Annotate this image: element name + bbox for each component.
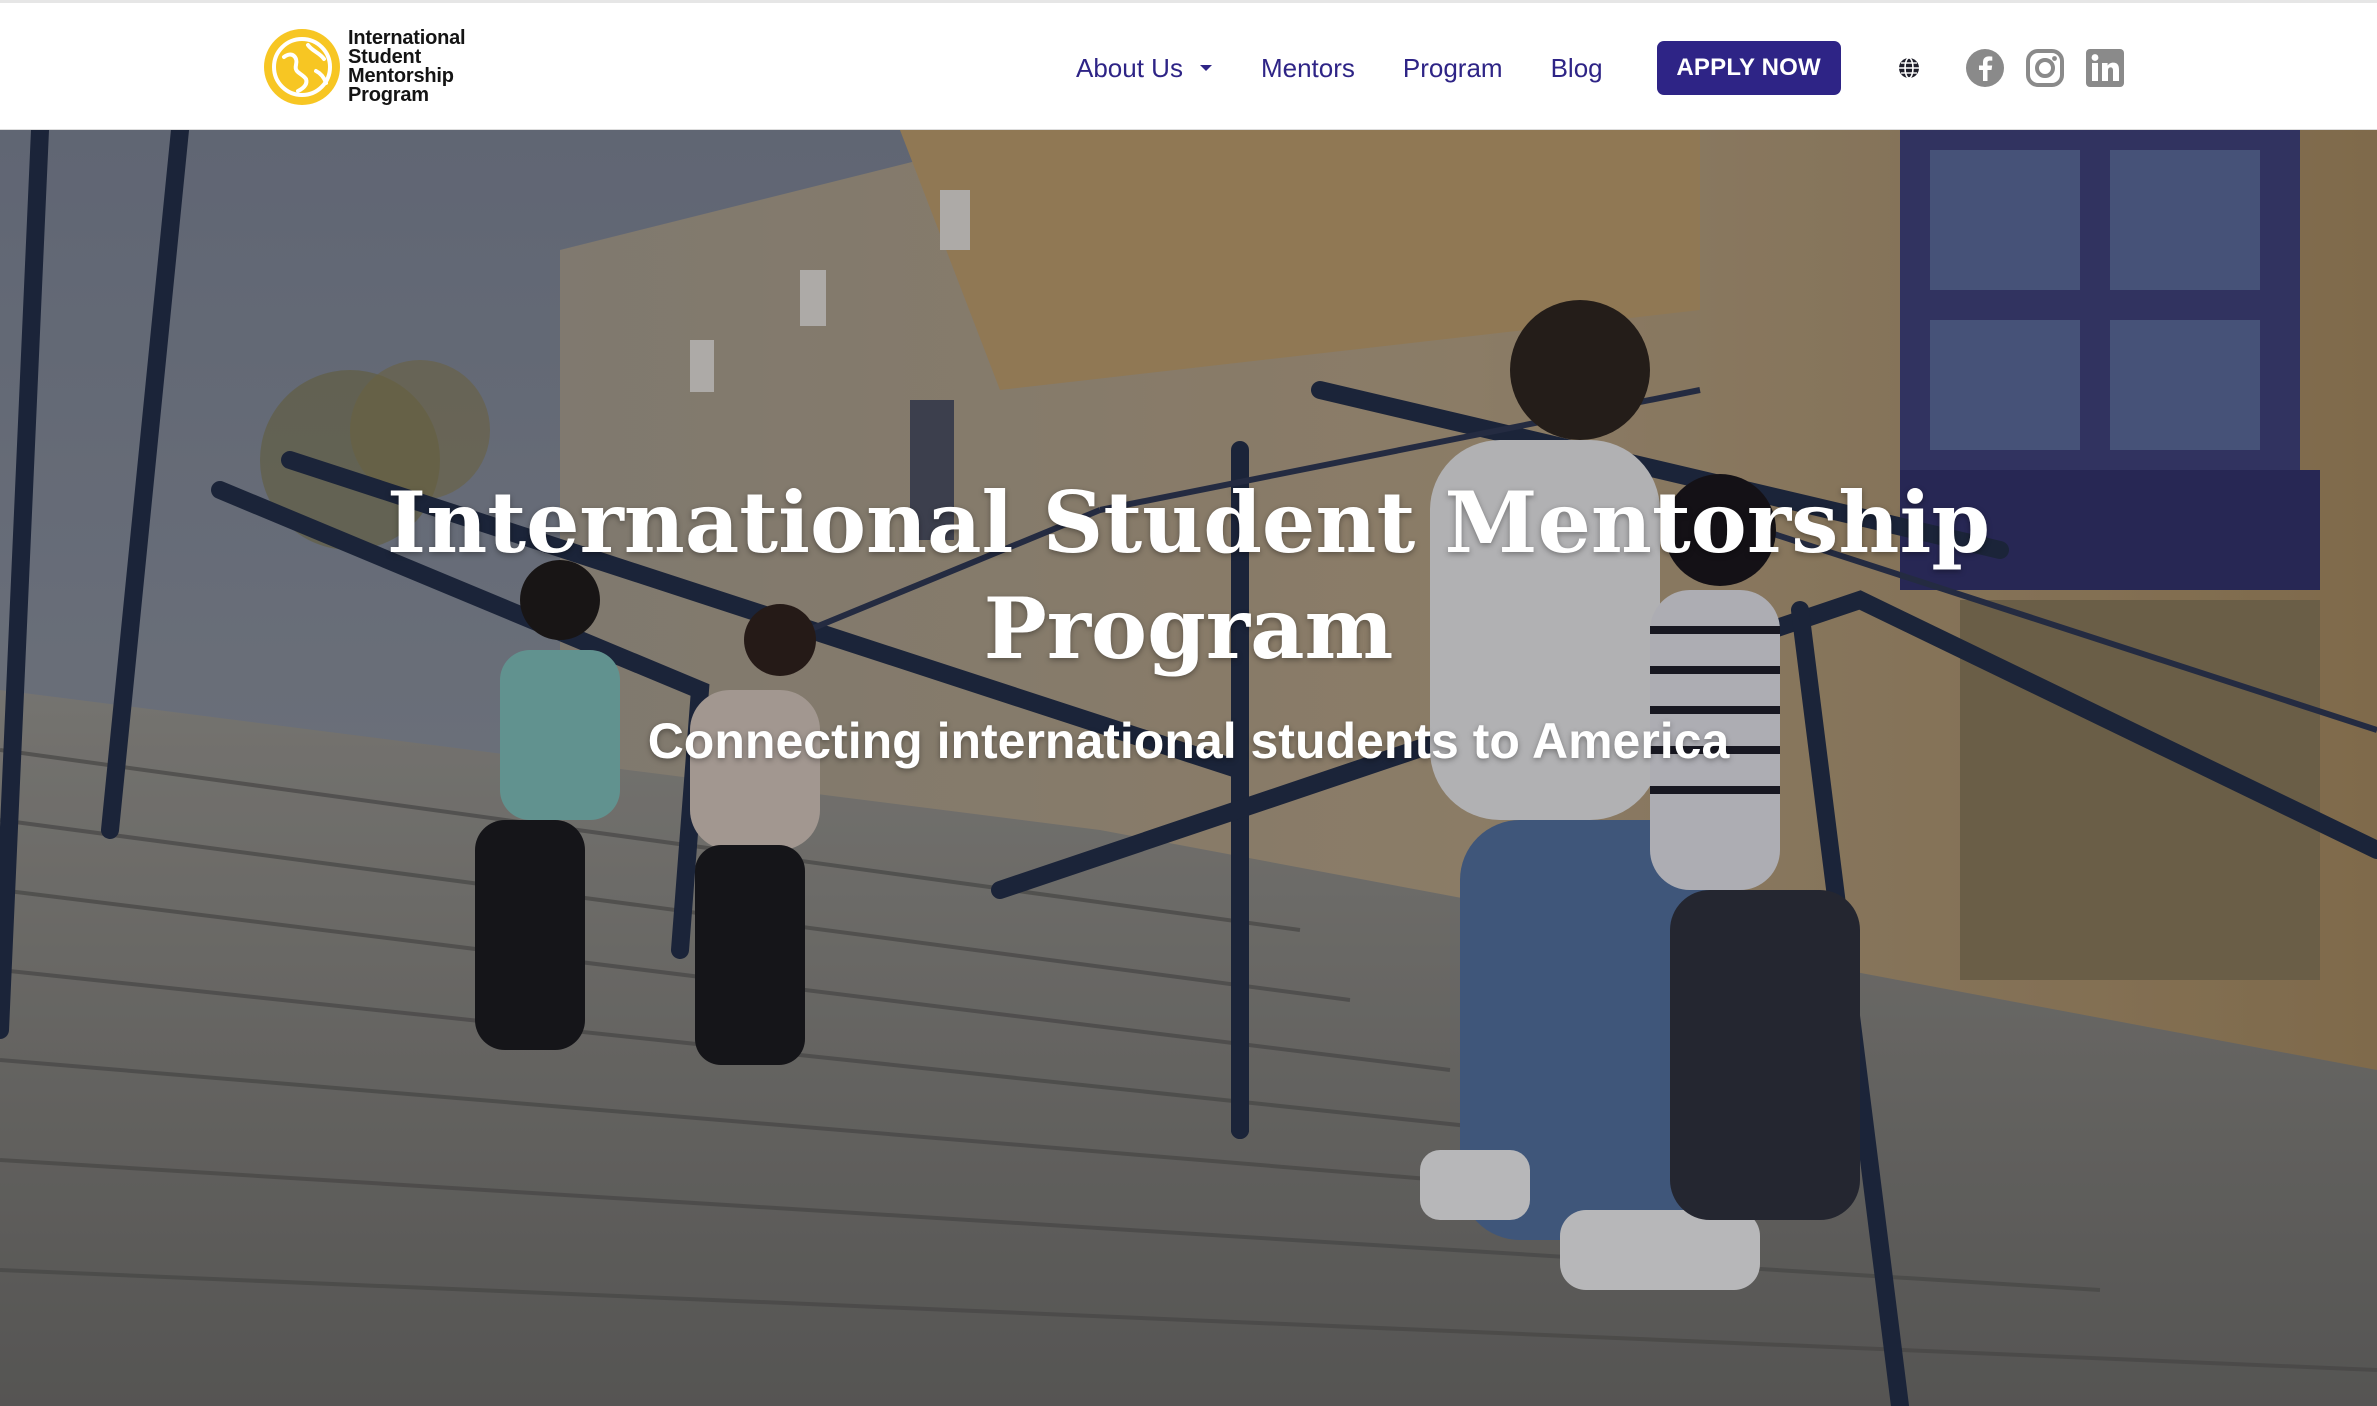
logo-line: Program (348, 84, 429, 106)
nav-about-us[interactable]: About Us (1076, 53, 1213, 84)
hero-section: International Student Mentorship Program… (0, 130, 2377, 1406)
globe-icon[interactable] (1897, 56, 1921, 80)
site-header: International Student Mentorship Program… (0, 0, 2377, 130)
caret-down-icon (1199, 65, 1212, 71)
hero-title-line: Program (983, 579, 1394, 678)
social-links (1965, 48, 2145, 88)
nav-blog[interactable]: Blog (1551, 53, 1603, 84)
hero-subtitle: Connecting international students to Ame… (647, 713, 1730, 769)
site-logo[interactable]: International Student Mentorship Program (262, 25, 466, 109)
apply-now-button[interactable]: APPLY NOW (1656, 41, 1841, 95)
instagram-icon[interactable] (2025, 48, 2065, 88)
nav-program[interactable]: Program (1403, 53, 1503, 84)
nav-about-us-label: About Us (1076, 52, 1183, 83)
logo-wordmark: International Student Mentorship Program (348, 28, 466, 106)
facebook-icon[interactable] (1965, 48, 2005, 88)
nav-mentors[interactable]: Mentors (1261, 53, 1355, 84)
hero-title: International Student Mentorship Program (0, 470, 2377, 682)
hero-title-line: International Student Mentorship (386, 473, 1991, 572)
globe-logo-icon (264, 29, 340, 105)
linkedin-icon[interactable] (2085, 48, 2125, 88)
main-nav: About Us Mentors Program Blog APPLY NOW (1060, 3, 2145, 133)
